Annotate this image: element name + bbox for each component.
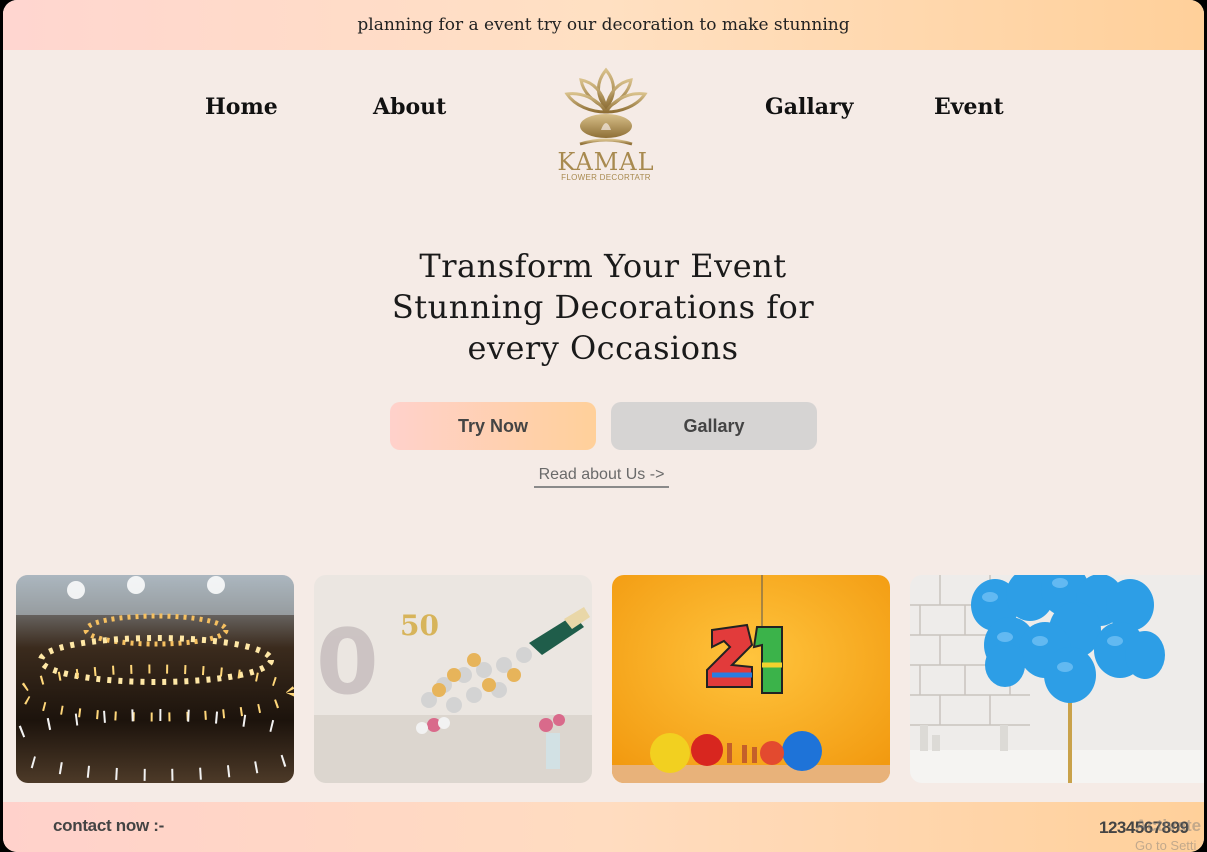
nav-event-link[interactable]: Event — [934, 94, 1004, 120]
announcement-text: planning for a event try our decoration … — [357, 15, 850, 35]
hero-line-1: Transform Your Event — [419, 247, 787, 285]
nav-about-link[interactable]: About — [373, 94, 446, 120]
hero-heading: Transform Your Event Stunning Decoration… — [383, 246, 823, 369]
page-frame: planning for a event try our decoration … — [3, 0, 1204, 852]
gallery-photo-blue-balloons[interactable] — [910, 575, 1204, 783]
svg-text:50: 50 — [400, 609, 439, 642]
pinata-image — [612, 575, 890, 783]
try-now-button[interactable]: Try Now — [390, 402, 596, 450]
lotus-icon — [564, 67, 648, 146]
announcement-bar: planning for a event try our decoration … — [3, 0, 1204, 50]
blue-balloons-image — [910, 575, 1204, 783]
contact-bar: contact now :- 1234567899 Activate Go to… — [3, 802, 1204, 852]
read-about-us-link[interactable]: Read about Us -> — [534, 466, 669, 488]
nav-home-link[interactable]: Home — [205, 94, 278, 120]
logo-tagline: FLOWER DECORTATR — [561, 173, 651, 182]
brand-logo[interactable]: KAMAL FLOWER DECORTATR — [546, 66, 666, 186]
nav-gallery-link[interactable]: Gallary — [765, 94, 853, 120]
gallery-button[interactable]: Gallary — [611, 402, 817, 450]
balloon-wall-image: 50 0 — [314, 575, 592, 783]
gallery-photo-lights[interactable] — [16, 575, 294, 783]
activate-watermark: Activate — [1135, 816, 1202, 835]
gallery-photo-pinata-21[interactable] — [612, 575, 890, 783]
lights-image — [16, 575, 294, 783]
hero-line-2: Stunning Decorations for — [391, 288, 815, 326]
logo-name: KAMAL — [557, 148, 655, 176]
contact-label: contact now :- — [53, 816, 165, 835]
hero-line-3: every Occasions — [467, 329, 739, 367]
gallery-photo-balloons-50[interactable]: 50 0 — [314, 575, 592, 783]
svg-text:0: 0 — [316, 610, 379, 715]
activate-watermark-sub: Go to Setti — [1135, 838, 1197, 852]
